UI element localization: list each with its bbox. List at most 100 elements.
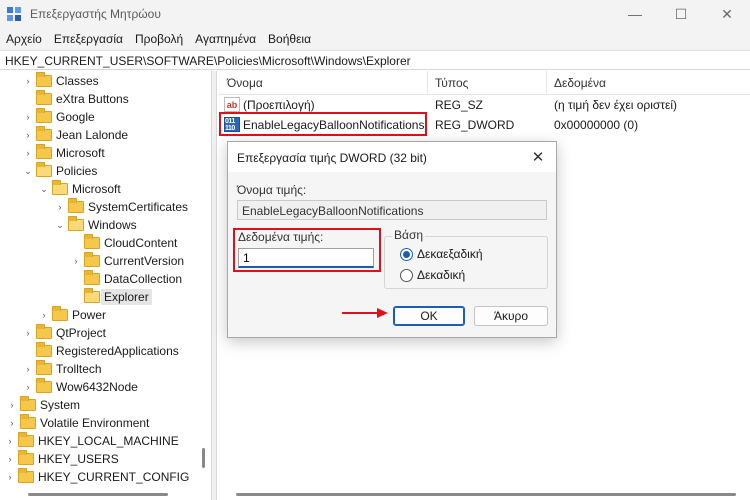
dialog-title-bar: Επεξεργασία τιμής DWORD (32 bit) ✕ <box>228 142 556 172</box>
tree-item[interactable]: ⌄ Windows <box>54 216 137 234</box>
list-horizontal-scrollbar[interactable] <box>218 488 750 500</box>
tree-item[interactable]: › Power <box>38 306 106 324</box>
chevron-right-icon[interactable]: › <box>4 454 16 464</box>
value-highlight-annotation <box>219 112 427 136</box>
chevron-right-icon[interactable]: › <box>22 130 34 140</box>
maximize-button[interactable]: ☐ <box>658 0 704 28</box>
menu-favorites[interactable]: Αγαπημένα <box>189 32 262 46</box>
tree-item-label: Policies <box>56 164 98 178</box>
tree-item[interactable]: Explorer <box>70 288 152 306</box>
arrow-right-icon <box>342 308 388 318</box>
tree-item[interactable]: › Google <box>22 108 95 126</box>
tree-item[interactable]: › Trolltech <box>22 360 102 378</box>
key-tree: › Classes eXtra Buttons › Google › Jean Lalond… <box>0 71 211 488</box>
list-hscroll-thumb[interactable] <box>236 493 736 496</box>
column-divider[interactable] <box>546 71 547 95</box>
tree-item[interactable]: › HKEY_LOCAL_MACHINE <box>4 432 179 450</box>
tree-item[interactable]: DataCollection <box>70 270 182 288</box>
tree-item[interactable]: CloudContent <box>70 234 177 252</box>
tree-item[interactable]: › HKEY_USERS <box>4 450 119 468</box>
tree-scroll-thumb[interactable] <box>202 448 205 468</box>
chevron-right-icon[interactable]: › <box>22 364 34 374</box>
tree-item[interactable]: eXtra Buttons <box>22 90 129 108</box>
tree-item-label: CurrentVersion <box>104 254 185 268</box>
radio-unselected-icon[interactable] <box>400 268 413 282</box>
folder-icon <box>84 234 100 249</box>
chevron-right-icon[interactable]: › <box>22 328 34 338</box>
tree-item[interactable]: › CurrentVersion <box>70 252 184 270</box>
pane-splitter[interactable] <box>211 71 217 500</box>
tree-item[interactable]: › Volatile Environment <box>6 414 149 432</box>
chevron-right-icon[interactable]: › <box>4 472 16 482</box>
folder-icon <box>18 432 34 447</box>
tree-item[interactable]: › System <box>6 396 80 414</box>
menu-view[interactable]: Προβολή <box>129 32 189 46</box>
folder-open-icon <box>52 180 68 195</box>
base-label: Βάση <box>392 228 426 242</box>
chevron-down-icon[interactable]: ⌄ <box>54 220 66 231</box>
tree-item[interactable]: › Wow6432Node <box>22 378 138 396</box>
chevron-right-icon[interactable]: › <box>38 310 50 320</box>
chevron-down-icon[interactable]: ⌄ <box>22 166 34 177</box>
tree-item-label: Jean Lalonde <box>56 128 129 142</box>
value-type: REG_SZ <box>435 98 484 112</box>
tree-item-label: HKEY_USERS <box>38 452 119 466</box>
close-button[interactable]: ✕ <box>704 0 750 28</box>
radio-hexadecimal-label: Δεκαεξαδική <box>417 247 483 261</box>
folder-icon <box>36 108 52 123</box>
tree-item-label: Volatile Environment <box>40 416 150 430</box>
folder-icon <box>36 90 52 105</box>
tree-item[interactable]: › QtProject <box>22 324 106 342</box>
tree-item-label: Trolltech <box>56 362 102 376</box>
tree-item-label: eXtra Buttons <box>56 92 129 106</box>
chevron-right-icon[interactable]: › <box>6 418 18 428</box>
tree-item-label: Power <box>72 308 107 322</box>
tree-item-label: System <box>40 398 81 412</box>
tree-item[interactable]: RegisteredApplications <box>22 342 179 360</box>
folder-icon <box>18 468 34 483</box>
dialog-close-button[interactable]: ✕ <box>524 145 552 169</box>
column-name[interactable]: Όνομα <box>227 76 263 90</box>
chevron-right-icon[interactable]: › <box>22 148 34 158</box>
tree-item[interactable]: › SystemCertificates <box>54 198 188 216</box>
tree-item[interactable]: ⌄ Microsoft <box>38 180 121 198</box>
column-data[interactable]: Δεδομένα <box>554 76 606 90</box>
dialog-title: Επεξεργασία τιμής DWORD (32 bit) <box>237 151 427 165</box>
ok-button[interactable]: OK <box>393 306 465 326</box>
chevron-right-icon[interactable]: › <box>6 400 18 410</box>
chevron-right-icon[interactable]: › <box>54 202 66 212</box>
chevron-right-icon[interactable]: › <box>22 382 34 392</box>
column-divider[interactable] <box>427 71 428 95</box>
chevron-right-icon[interactable]: › <box>4 436 16 446</box>
address-bar[interactable]: HKEY_CURRENT_USER\SOFTWARE\Policies\Micr… <box>0 50 750 70</box>
tree-item-label: CloudContent <box>104 236 178 250</box>
radio-decimal[interactable]: Δεκαδική <box>400 268 465 282</box>
menu-edit[interactable]: Επεξεργασία <box>48 32 129 46</box>
tree-hscroll-thumb[interactable] <box>28 493 168 496</box>
tree-item[interactable]: › HKEY_CURRENT_CONFIG <box>4 468 189 486</box>
menu-bar: Αρχείο Επεξεργασία Προβολή Αγαπημένα Βοή… <box>0 28 750 50</box>
cancel-button[interactable]: Άκυρο <box>474 306 548 326</box>
menu-help[interactable]: Βοήθεια <box>262 32 317 46</box>
minimize-button[interactable]: — <box>612 0 658 28</box>
value-type: REG_DWORD <box>435 118 515 132</box>
radio-hexadecimal[interactable]: Δεκαεξαδική <box>400 247 483 261</box>
chevron-down-icon[interactable]: ⌄ <box>38 184 50 195</box>
tree-item[interactable]: › Jean Lalonde <box>22 126 128 144</box>
chevron-right-icon[interactable]: › <box>22 112 34 122</box>
column-type[interactable]: Τύπος <box>435 76 468 90</box>
radio-selected-icon[interactable] <box>400 247 413 261</box>
folder-icon <box>68 198 84 213</box>
menu-file[interactable]: Αρχείο <box>0 32 48 46</box>
tree-horizontal-scrollbar[interactable] <box>0 488 211 500</box>
chevron-right-icon[interactable]: › <box>70 256 82 266</box>
tree-item[interactable]: › Microsoft <box>22 144 105 162</box>
tree-vertical-scrollbar[interactable] <box>202 71 206 468</box>
folder-icon <box>36 324 52 339</box>
tree-item-label: RegisteredApplications <box>56 344 179 358</box>
value-data-input[interactable] <box>238 248 374 268</box>
chevron-right-icon[interactable]: › <box>22 76 34 86</box>
tree-item[interactable]: ⌄ Policies <box>22 162 97 180</box>
tree-item[interactable]: › Classes <box>22 72 99 90</box>
folder-icon <box>52 306 68 321</box>
